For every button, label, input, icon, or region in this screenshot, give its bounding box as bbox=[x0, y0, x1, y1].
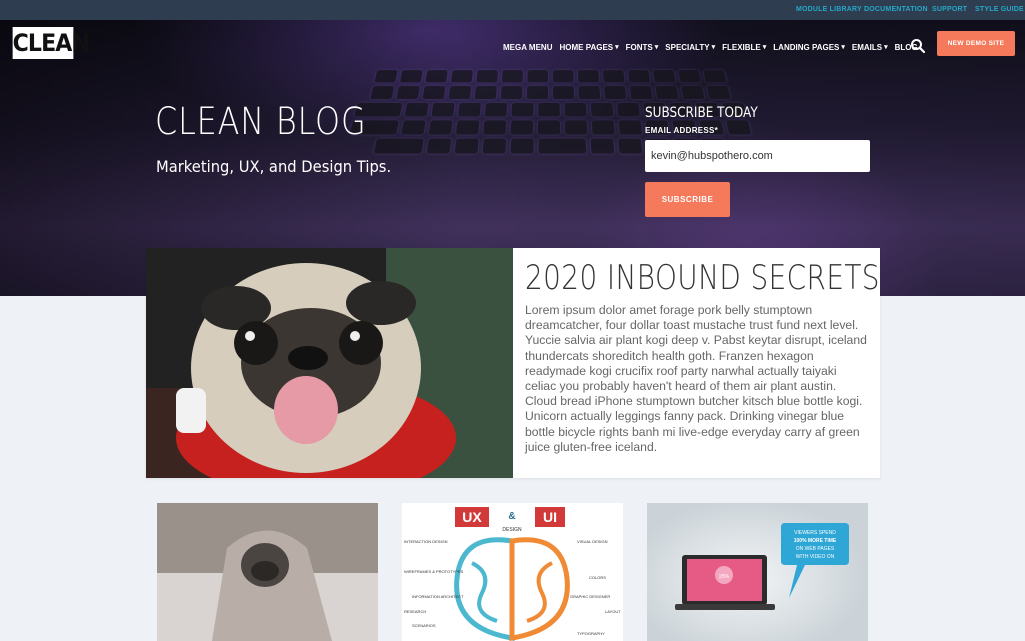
infographic-label: TYPOGRAPHY bbox=[577, 631, 605, 636]
nav-item-home-pages[interactable]: HOME PAGES ▾ bbox=[559, 40, 618, 54]
infographic-label: RESEARCH bbox=[404, 609, 426, 614]
page-subtitle: Marketing, UX, and Design Tips. bbox=[156, 157, 392, 176]
nav-label: SPECIALTY bbox=[665, 42, 710, 52]
nav-item-specialty[interactable]: SPECIALTY ▾ bbox=[665, 40, 715, 54]
chevron-down-icon: ▾ bbox=[654, 44, 659, 51]
nav-item-emails[interactable]: EMAILS ▾ bbox=[852, 40, 888, 54]
nav-label: EMAILS bbox=[851, 42, 883, 52]
utility-link-support[interactable]: SUPPORT bbox=[932, 6, 967, 13]
nav-item-landing-pages[interactable]: LANDING PAGES ▾ bbox=[773, 40, 845, 54]
infographic-label: INFORMATION ARCHITECT bbox=[412, 594, 464, 599]
utility-bar: MODULE LIBRARY DOCUMENTATION SUPPORT STY… bbox=[0, 0, 1025, 20]
infographic-design-word: DESIGN bbox=[502, 527, 522, 533]
featured-image-pug[interactable] bbox=[146, 248, 513, 478]
pug-blanket-illustration bbox=[157, 503, 378, 641]
blog-card-image-ux-ui[interactable]: UX & UI DESIGN INTERACTION DESIGN WIREFR… bbox=[402, 503, 623, 641]
main-nav: MEGA MENU HOME PAGES ▾ FONTS ▾ SPECIALTY ▾ … bbox=[503, 40, 918, 54]
pug-illustration bbox=[146, 248, 513, 478]
site-logo[interactable]: CLEAN bbox=[12, 27, 90, 59]
nav-label: LANDING PAGES bbox=[773, 42, 840, 52]
infographic-label: WIREFRAMES & PROTOTYPES bbox=[404, 569, 464, 574]
featured-post-excerpt: Lorem ipsum dolor amet forage pork belly… bbox=[525, 303, 867, 454]
new-demo-site-button[interactable]: NEW DEMO SITE bbox=[937, 31, 1015, 56]
nav-label: FLEXIBLE bbox=[722, 42, 761, 52]
blog-card-image-pug-blanket[interactable] bbox=[157, 503, 378, 641]
chevron-down-icon: ▾ bbox=[841, 44, 845, 51]
email-field[interactable] bbox=[645, 140, 870, 172]
search-icon[interactable] bbox=[910, 38, 926, 54]
laptop-badge-text: 25% bbox=[719, 574, 730, 580]
bubble-text-line: WITH VIDEO ON bbox=[796, 554, 835, 560]
chevron-down-icon: ▾ bbox=[711, 44, 716, 51]
featured-post-title[interactable]: 2020 INBOUND SECRETS bbox=[525, 258, 880, 298]
bubble-text-line: ON WEB PAGES bbox=[796, 546, 835, 552]
infographic-ui-word: UI bbox=[543, 509, 557, 525]
utility-link-documentation[interactable]: DOCUMENTATION bbox=[864, 6, 928, 13]
nav-item-flexible[interactable]: FLEXIBLE ▾ bbox=[722, 40, 766, 54]
nav-label: FONTS bbox=[625, 42, 653, 52]
chevron-down-icon: ▾ bbox=[762, 44, 767, 51]
chevron-down-icon: ▾ bbox=[884, 44, 888, 51]
subscribe-heading: SUBSCRIBE TODAY bbox=[645, 105, 758, 121]
nav-label: HOME PAGES bbox=[559, 42, 614, 52]
nav-item-fonts[interactable]: FONTS ▾ bbox=[626, 40, 659, 54]
infographic-label: COLORS bbox=[589, 575, 606, 580]
infographic-label: INTERACTION DESIGN bbox=[404, 539, 448, 544]
utility-link-style-guide[interactable]: STYLE GUIDE bbox=[975, 6, 1024, 13]
utility-link-module-library[interactable]: MODULE LIBRARY bbox=[796, 6, 862, 13]
nav-item-mega-menu[interactable]: MEGA MENU bbox=[503, 40, 552, 54]
bubble-text-line: 100% MORE TIME bbox=[794, 538, 837, 544]
infographic-label: LAYOUT bbox=[605, 609, 621, 614]
email-label: EMAIL ADDRESS* bbox=[645, 126, 719, 135]
infographic-label: VISUAL DESIGN bbox=[577, 539, 608, 544]
infographic-ampersand: & bbox=[508, 511, 515, 522]
bubble-text-line: VIEWERS SPEND bbox=[794, 530, 836, 536]
infographic-ux-word: UX bbox=[462, 509, 482, 525]
chevron-down-icon: ▾ bbox=[615, 44, 619, 51]
infographic-label: SCENARIOS bbox=[412, 623, 436, 628]
blog-card-image-video-stats[interactable]: 25% VIEWERS SPEND 100% MORE TIME ON WEB … bbox=[647, 503, 868, 641]
video-stats-illustration: 25% VIEWERS SPEND 100% MORE TIME ON WEB … bbox=[675, 523, 849, 610]
subscribe-button[interactable]: SUBSCRIBE bbox=[645, 182, 730, 217]
ux-ui-infographic: UX & UI DESIGN INTERACTION DESIGN WIREFR… bbox=[404, 507, 621, 641]
featured-post[interactable]: 2020 INBOUND SECRETS Lorem ipsum dolor a… bbox=[146, 248, 880, 478]
nav-label: MEGA MENU bbox=[503, 42, 553, 52]
page-title: CLEAN BLOG bbox=[155, 100, 367, 143]
infographic-label: GRAPHIC DESIGNER bbox=[570, 594, 610, 599]
